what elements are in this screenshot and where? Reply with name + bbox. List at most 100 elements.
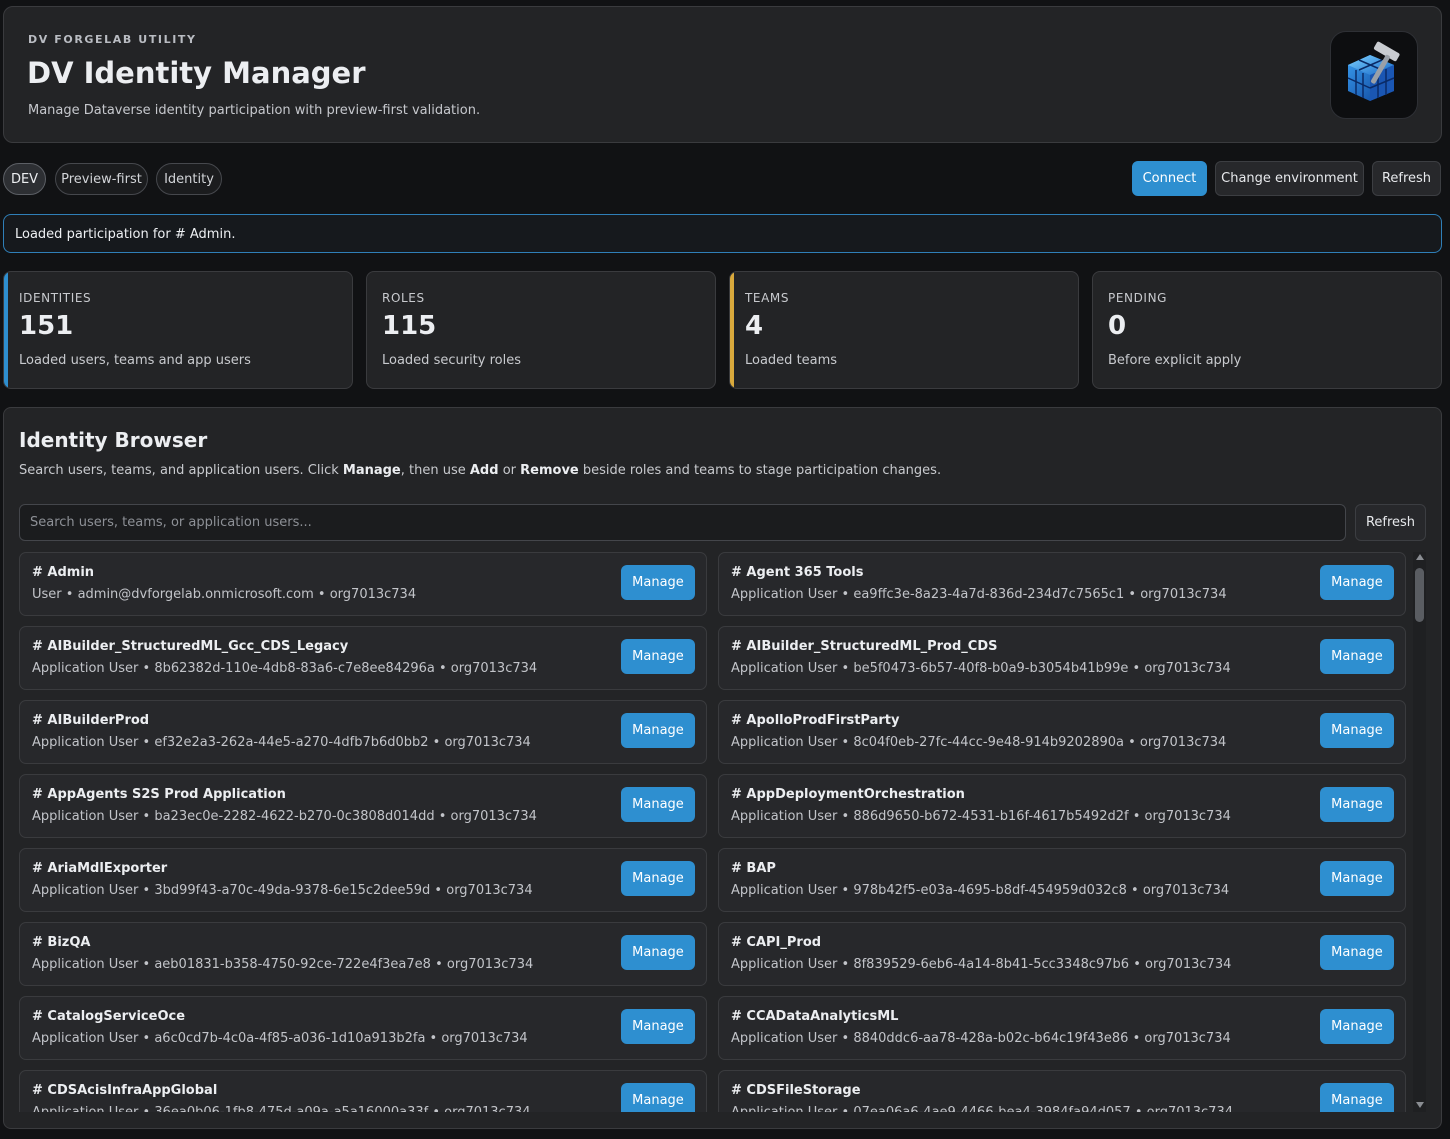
- identity-name: # AppDeploymentOrchestration: [731, 787, 965, 802]
- identity-name: # AriaMdlExporter: [32, 861, 168, 876]
- identity-meta: Application User • be5f0473-6b57-40f8-b0…: [731, 661, 1231, 676]
- identity-meta: Application User • 8840ddc6-aa78-428a-b0…: [731, 1031, 1231, 1046]
- manage-button[interactable]: Manage: [621, 639, 695, 674]
- stat-identities: IDENTITIES 151 Loaded users, teams and a…: [3, 271, 353, 389]
- manage-button[interactable]: Manage: [621, 787, 695, 822]
- manage-button[interactable]: Manage: [621, 1083, 695, 1112]
- identity-name: # CatalogServiceOce: [32, 1009, 186, 1024]
- identity-card[interactable]: # BAP Application User • 978b42f5-e03a-46…: [718, 848, 1406, 912]
- identity-name: # BizQA: [32, 935, 91, 950]
- identity-card[interactable]: # CAPI_Prod Application User • 8f839529-6…: [718, 922, 1406, 986]
- browser-refresh-button[interactable]: Refresh: [1355, 504, 1426, 541]
- app-header: DV FORGELAB UTILITY DV Identity Manager …: [3, 6, 1442, 143]
- section-description: Search users, teams, and application use…: [19, 463, 941, 478]
- stat-roles: ROLES 115 Loaded security roles: [366, 271, 716, 389]
- identity-card[interactable]: # CatalogServiceOce Application User • a6…: [19, 996, 707, 1060]
- manage-button[interactable]: Manage: [1320, 1083, 1394, 1112]
- identity-card[interactable]: # AIBuilder_StructuredML_Prod_CDS Applica…: [718, 626, 1406, 690]
- identity-name: # BAP: [731, 861, 776, 876]
- identity-name: # CAPI_Prod: [731, 935, 822, 950]
- identity-name: # CDSFileStorage: [731, 1083, 861, 1098]
- identity-name: # CDSAcisInfraAppGlobal: [32, 1083, 218, 1098]
- app-eyebrow: DV FORGELAB UTILITY: [28, 33, 197, 46]
- stat-value: 0: [1108, 311, 1127, 341]
- identity-name: # CCADataAnalyticsML: [731, 1009, 899, 1024]
- desc-add: Add: [469, 463, 499, 478]
- scroll-down-arrow-icon[interactable]: [1416, 1102, 1424, 1108]
- stat-desc: Loaded users, teams and app users: [19, 353, 251, 368]
- identity-card[interactable]: # BizQA Application User • aeb01831-b358-…: [19, 922, 707, 986]
- manage-button[interactable]: Manage: [621, 935, 695, 970]
- identity-meta: Application User • 3bd99f43-a70c-49da-93…: [32, 883, 533, 898]
- manage-button[interactable]: Manage: [1320, 565, 1394, 600]
- identity-meta: Application User • a6c0cd7b-4c0a-4f85-a0…: [32, 1031, 528, 1046]
- search-input[interactable]: [19, 504, 1346, 541]
- stat-label: ROLES: [382, 291, 425, 305]
- identity-meta: Application User • 978b42f5-e03a-4695-b8…: [731, 883, 1230, 898]
- page-title: DV Identity Manager: [27, 56, 366, 90]
- scroll-up-arrow-icon[interactable]: [1416, 554, 1424, 560]
- identity-card[interactable]: # AriaMdlExporter Application User • 3bd9…: [19, 848, 707, 912]
- stat-desc: Loaded teams: [745, 353, 838, 368]
- identity-meta: Application User • 8b62382d-110e-4db8-83…: [32, 661, 538, 676]
- manage-button[interactable]: Manage: [621, 861, 695, 896]
- manage-button[interactable]: Manage: [1320, 787, 1394, 822]
- identity-list: # Admin User • admin@dvforgelab.onmicroso…: [19, 552, 1407, 1112]
- identity-name: # Admin: [32, 565, 95, 580]
- identity-card[interactable]: # Admin User • admin@dvforgelab.onmicroso…: [19, 552, 707, 616]
- stat-value: 4: [745, 311, 764, 341]
- identity-card[interactable]: # CDSFileStorage Application User • 07ea0…: [718, 1070, 1406, 1112]
- identity-name: # AppAgents S2S Prod Application: [32, 787, 286, 802]
- manage-button[interactable]: Manage: [1320, 1009, 1394, 1044]
- identity-card[interactable]: # AIBuilderProd Application User • ef32e2…: [19, 700, 707, 764]
- chip-preview-first[interactable]: Preview-first: [55, 163, 148, 195]
- identity-card[interactable]: # CCADataAnalyticsML Application User • 8…: [718, 996, 1406, 1060]
- identity-name: # AIBuilderProd: [32, 713, 150, 728]
- manage-button[interactable]: Manage: [1320, 639, 1394, 674]
- stat-label: PENDING: [1108, 291, 1168, 305]
- identity-meta: Application User • 886d9650-b672-4531-b1…: [731, 809, 1231, 824]
- identity-meta: Application User • ba23ec0e-2282-4622-b2…: [32, 809, 537, 824]
- identity-card[interactable]: # Agent 365 Tools Application User • ea9f…: [718, 552, 1406, 616]
- identity-card[interactable]: # CDSAcisInfraAppGlobal Application User …: [19, 1070, 707, 1112]
- identity-card[interactable]: # AppAgents S2S Prod Application Applicat…: [19, 774, 707, 838]
- status-message: Loaded participation for # Admin.: [3, 214, 1442, 253]
- identity-card[interactable]: # ApolloProdFirstParty Application User •…: [718, 700, 1406, 764]
- manage-button[interactable]: Manage: [621, 565, 695, 600]
- manage-button[interactable]: Manage: [1320, 713, 1394, 748]
- stat-label: TEAMS: [745, 291, 790, 305]
- desc-text: or: [498, 463, 521, 478]
- desc-text: Search users, teams, and application use…: [19, 463, 343, 478]
- identity-name: # AIBuilder_StructuredML_Gcc_CDS_Legacy: [32, 639, 349, 654]
- scroll-thumb[interactable]: [1415, 568, 1424, 622]
- stat-desc: Loaded security roles: [382, 353, 522, 368]
- stat-value: 151: [19, 311, 74, 341]
- refresh-button[interactable]: Refresh: [1372, 161, 1441, 196]
- stat-value: 115: [382, 311, 437, 341]
- manage-button[interactable]: Manage: [621, 1009, 695, 1044]
- change-environment-button[interactable]: Change environment: [1215, 161, 1364, 196]
- chip-identity[interactable]: Identity: [156, 163, 222, 195]
- manage-button[interactable]: Manage: [1320, 861, 1394, 896]
- identity-meta: Application User • aeb01831-b358-4750-92…: [32, 957, 534, 972]
- manage-button[interactable]: Manage: [1320, 935, 1394, 970]
- connect-button[interactable]: Connect: [1132, 161, 1207, 196]
- identity-card[interactable]: # AIBuilder_StructuredML_Gcc_CDS_Legacy A…: [19, 626, 707, 690]
- identity-browser-panel: Identity Browser Search users, teams, an…: [3, 407, 1442, 1129]
- stat-accent: [730, 272, 734, 388]
- chip-env-dev[interactable]: DEV: [3, 163, 46, 195]
- desc-remove: Remove: [520, 463, 579, 478]
- identity-meta: Application User • 36ea0b06-1fb8-475d-a0…: [32, 1105, 531, 1112]
- identity-card[interactable]: # AppDeploymentOrchestration Application …: [718, 774, 1406, 838]
- list-scrollbar[interactable]: [1413, 552, 1426, 1112]
- identity-meta: Application User • 8c04f0eb-27fc-44cc-9e…: [731, 735, 1227, 750]
- section-title: Identity Browser: [19, 428, 208, 452]
- identity-name: # ApolloProdFirstParty: [731, 713, 900, 728]
- stat-label: IDENTITIES: [19, 291, 92, 305]
- page-subtitle: Manage Dataverse identity participation …: [28, 103, 481, 118]
- identity-meta: User • admin@dvforgelab.onmicrosoft.com …: [32, 587, 417, 602]
- identity-name: # Agent 365 Tools: [731, 565, 864, 580]
- stat-desc: Before explicit apply: [1108, 353, 1242, 368]
- stat-accent: [4, 272, 8, 388]
- manage-button[interactable]: Manage: [621, 713, 695, 748]
